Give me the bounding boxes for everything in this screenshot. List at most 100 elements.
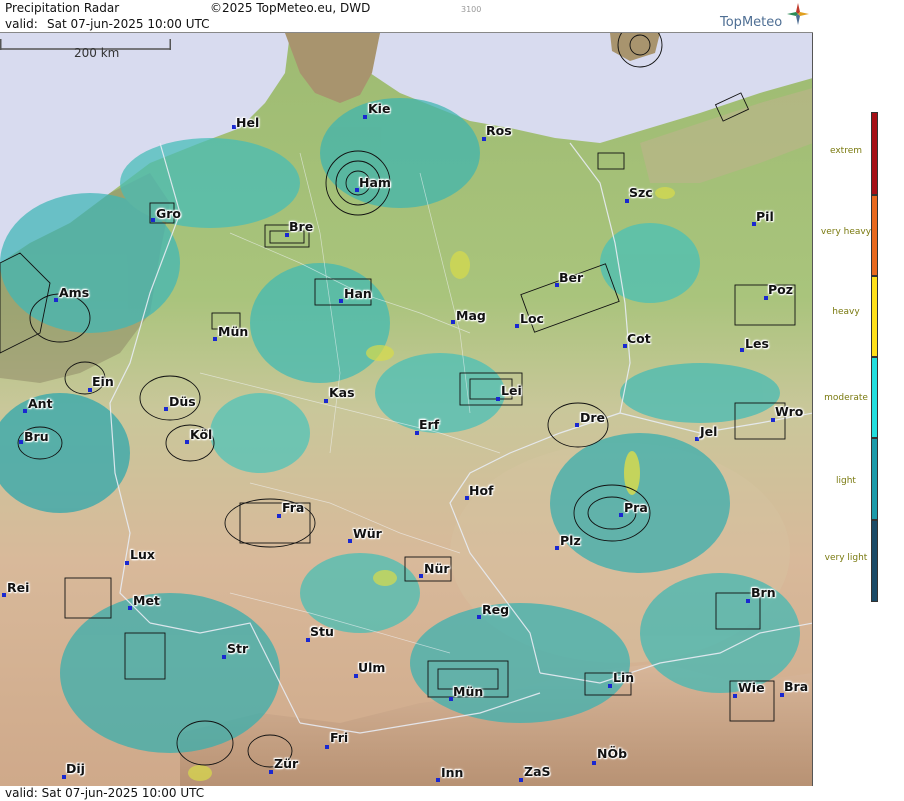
city-label[interactable]: Ulm bbox=[358, 660, 385, 675]
valid-prefix: valid: bbox=[5, 17, 38, 31]
city-marker bbox=[325, 745, 329, 749]
topmeteo-logo[interactable]: TopMeteo bbox=[720, 15, 782, 30]
city-label[interactable]: Mün bbox=[453, 684, 483, 699]
city-label[interactable]: Plz bbox=[560, 533, 581, 548]
city-label[interactable]: Düs bbox=[169, 394, 196, 409]
city-label[interactable]: Dij bbox=[66, 761, 85, 776]
city-label[interactable]: Bre bbox=[289, 219, 313, 234]
city-label[interactable]: Lux bbox=[130, 547, 155, 562]
city-marker bbox=[128, 606, 132, 610]
city-label[interactable]: Rei bbox=[7, 580, 29, 595]
city-label[interactable]: Ams bbox=[59, 285, 89, 300]
city-label[interactable]: Fra bbox=[282, 500, 304, 515]
city-label[interactable]: Kas bbox=[329, 385, 355, 400]
city-marker bbox=[324, 399, 328, 403]
city-marker bbox=[515, 324, 519, 328]
footer-valid-time: valid: Sat 07-jun-2025 10:00 UTC bbox=[5, 786, 205, 800]
city-label[interactable]: Ant bbox=[28, 396, 53, 411]
city-label[interactable]: Bru bbox=[24, 429, 49, 444]
legend-label-extrem: extrem bbox=[829, 146, 863, 156]
city-marker bbox=[363, 115, 367, 119]
scale-bar-label: 200 km bbox=[74, 46, 120, 60]
city-label[interactable]: Han bbox=[344, 286, 372, 301]
legend-swatch-extrem bbox=[871, 112, 878, 195]
city-label[interactable]: Kie bbox=[368, 101, 390, 116]
legend-label-heavy: heavy bbox=[832, 307, 860, 317]
city-label[interactable]: Bra bbox=[784, 679, 808, 694]
city-label[interactable]: Les bbox=[745, 336, 769, 351]
city-label[interactable]: Gro bbox=[156, 206, 181, 221]
city-label[interactable]: NÖb bbox=[597, 746, 627, 761]
compass-star-icon bbox=[787, 3, 809, 25]
city-marker bbox=[185, 440, 189, 444]
legend-swatch-heavy bbox=[871, 276, 878, 357]
city-label[interactable]: Wie bbox=[738, 680, 765, 695]
city-marker bbox=[339, 299, 343, 303]
city-label[interactable]: Inn bbox=[441, 765, 463, 780]
city-label[interactable]: Fri bbox=[330, 730, 348, 745]
city-label[interactable]: Hof bbox=[469, 483, 494, 498]
city-label[interactable]: Köl bbox=[190, 427, 212, 442]
city-label[interactable]: Cot bbox=[627, 331, 651, 346]
city-label[interactable]: Hel bbox=[236, 115, 259, 130]
city-label[interactable]: Ham bbox=[359, 175, 391, 190]
city-label[interactable]: Ein bbox=[92, 374, 114, 389]
city-label[interactable]: Poz bbox=[768, 282, 793, 297]
city-label[interactable]: Erf bbox=[419, 417, 439, 432]
city-label[interactable]: Mag bbox=[456, 308, 486, 323]
city-label[interactable]: Pra bbox=[624, 500, 648, 515]
map-background bbox=[0, 33, 812, 786]
city-marker bbox=[277, 514, 281, 518]
city-label[interactable]: Lei bbox=[501, 383, 522, 398]
city-marker bbox=[608, 684, 612, 688]
city-label[interactable]: Str bbox=[227, 641, 248, 656]
city-label[interactable]: Wür bbox=[353, 526, 382, 541]
intensity-legend: extrem very heavy heavy moderate light v… bbox=[814, 0, 904, 801]
city-label[interactable]: Nür bbox=[424, 561, 450, 576]
city-label[interactable]: Stu bbox=[310, 624, 334, 639]
city-marker bbox=[519, 778, 523, 782]
city-marker bbox=[54, 298, 58, 302]
city-label[interactable]: Reg bbox=[482, 602, 509, 617]
city-marker bbox=[695, 437, 699, 441]
city-marker bbox=[746, 599, 750, 603]
legend-label-very-heavy: very heavy bbox=[820, 227, 872, 237]
city-label[interactable]: ZaS bbox=[524, 764, 551, 779]
city-marker bbox=[213, 337, 217, 341]
city-label[interactable]: Wro bbox=[775, 404, 803, 419]
map-title: Precipitation Radar bbox=[5, 1, 120, 15]
city-marker bbox=[269, 770, 273, 774]
city-label[interactable]: Jel bbox=[700, 424, 717, 439]
city-marker bbox=[733, 694, 737, 698]
map-id-label: 3100 bbox=[461, 5, 482, 14]
city-marker bbox=[19, 440, 23, 444]
city-label[interactable]: Mün bbox=[218, 324, 248, 339]
city-marker bbox=[23, 409, 27, 413]
city-marker bbox=[222, 655, 226, 659]
city-label[interactable]: Szc bbox=[629, 185, 653, 200]
legend-swatch-light bbox=[871, 438, 878, 520]
header-bar: Precipitation Radar ©2025 TopMeteo.eu, D… bbox=[0, 0, 813, 33]
legend-label-very-light: very light bbox=[824, 553, 868, 563]
city-label[interactable]: Ros bbox=[486, 123, 512, 138]
city-label[interactable]: Brn bbox=[751, 585, 776, 600]
city-marker bbox=[419, 574, 423, 578]
city-marker bbox=[575, 423, 579, 427]
city-label[interactable]: Dre bbox=[580, 410, 605, 425]
city-marker bbox=[151, 218, 155, 222]
legend-label-light: light bbox=[836, 476, 856, 486]
city-marker bbox=[348, 539, 352, 543]
valid-time: Sat 07-jun-2025 10:00 UTC bbox=[47, 17, 210, 31]
city-marker bbox=[125, 561, 129, 565]
city-label[interactable]: Loc bbox=[520, 311, 544, 326]
city-label[interactable]: Lin bbox=[613, 670, 634, 685]
footer-bar: valid: Sat 07-jun-2025 10:00 UTC bbox=[0, 786, 813, 801]
city-label[interactable]: Ber bbox=[559, 270, 583, 285]
city-label[interactable]: Pil bbox=[756, 209, 774, 224]
city-label[interactable]: Met bbox=[133, 593, 160, 608]
city-marker bbox=[436, 778, 440, 782]
city-marker bbox=[477, 615, 481, 619]
city-label[interactable]: Zür bbox=[274, 756, 298, 771]
radar-map[interactable]: 200 km Hel Kie Ros Ham Szc Gro Bre Pil B… bbox=[0, 33, 813, 786]
city-marker bbox=[451, 320, 455, 324]
